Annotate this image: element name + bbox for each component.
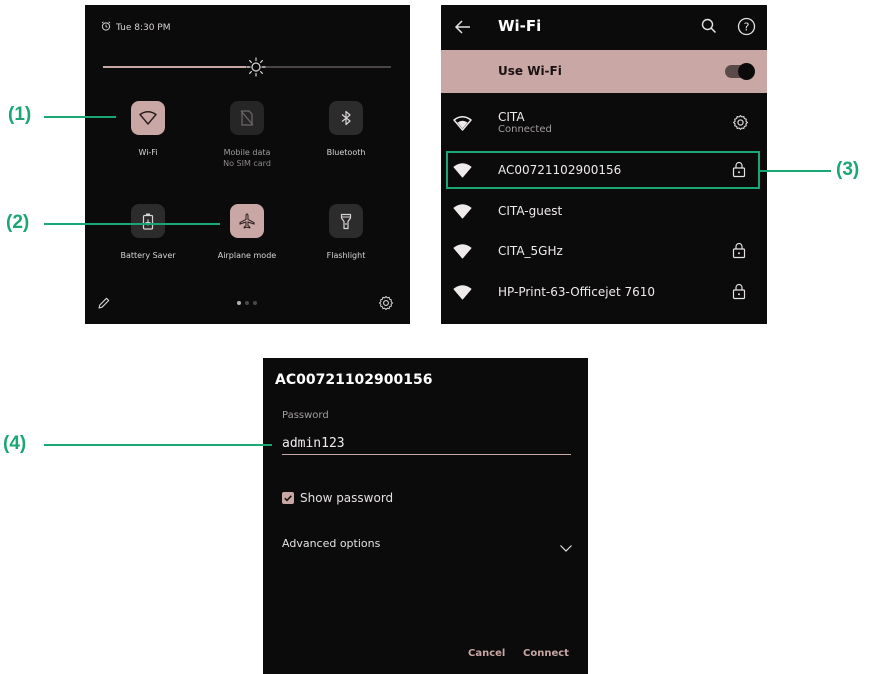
svg-text:?: ? — [744, 21, 750, 34]
tile-label: Airplane mode — [217, 251, 277, 260]
quick-settings-panel: Tue 8:30 PM Wi-Fi Mobile data No SIM car… — [85, 5, 410, 324]
network-name: CITA-guest — [498, 204, 563, 218]
brightness-fill — [103, 66, 246, 68]
wifi-icon[interactable] — [131, 101, 165, 135]
bluetooth-icon[interactable] — [329, 101, 363, 135]
use-wifi-label: Use Wi-Fi — [498, 64, 562, 78]
tile-label: Battery Saver — [120, 251, 176, 260]
tile-sublabel: No SIM card — [223, 159, 271, 168]
alarm-icon — [101, 21, 111, 34]
flashlight-icon[interactable] — [329, 204, 363, 238]
callout-label: (2) — [6, 212, 30, 233]
tile-label: Bluetooth — [326, 148, 366, 157]
wifi-signal-icon — [453, 284, 472, 304]
lock-icon — [732, 242, 746, 263]
edit-icon[interactable] — [97, 295, 111, 314]
tile-wifi[interactable]: Wi-Fi — [98, 101, 198, 158]
page-dot — [237, 301, 241, 305]
network-item-cita[interactable]: CITA Connected — [441, 102, 767, 142]
network-status: Connected — [498, 124, 552, 135]
network-item-hp-print[interactable]: HP-Print-63-Officejet 7610 — [441, 272, 767, 312]
tile-mobile-data[interactable]: Mobile data No SIM card — [197, 101, 297, 169]
use-wifi-toggle[interactable] — [725, 63, 755, 80]
advanced-options-label[interactable]: Advanced options — [282, 537, 380, 550]
network-name: HP-Print-63-Officejet 7610 — [498, 285, 655, 299]
network-name: CITA — [498, 110, 525, 124]
status-time: Tue 8:30 PM — [101, 21, 171, 34]
mobile-data-icon[interactable] — [230, 101, 264, 135]
battery-icon[interactable] — [131, 204, 165, 238]
search-icon[interactable] — [700, 17, 718, 39]
airplane-icon[interactable] — [230, 204, 264, 238]
cancel-button[interactable]: Cancel — [468, 648, 505, 659]
tile-battery-saver[interactable]: Battery Saver — [98, 204, 198, 261]
show-password-label: Show password — [300, 491, 394, 505]
brightness-icon[interactable] — [245, 56, 267, 78]
lock-icon — [732, 283, 746, 304]
tile-bluetooth[interactable]: Bluetooth — [296, 101, 396, 158]
chevron-down-icon[interactable] — [559, 538, 573, 557]
network-settings-icon[interactable] — [732, 114, 749, 135]
network-item-cita-5ghz[interactable]: CITA_5GHz — [441, 231, 767, 271]
page-dot — [245, 301, 249, 305]
callout-label: (4) — [3, 433, 27, 454]
page-title: Wi-Fi — [498, 17, 542, 35]
wifi-password-dialog: AC00721102900156 Password Show password … — [263, 358, 588, 674]
callout-line — [760, 170, 831, 172]
highlight-box — [446, 151, 760, 189]
show-password-checkbox[interactable]: Show password — [282, 491, 393, 505]
password-field[interactable] — [282, 432, 571, 455]
dialog-title: AC00721102900156 — [275, 372, 433, 388]
page-indicator — [237, 301, 257, 305]
password-label: Password — [282, 410, 329, 421]
tile-label: Mobile data — [223, 148, 271, 157]
network-name: CITA_5GHz — [498, 244, 563, 258]
page-dot — [253, 301, 257, 305]
callout-line — [44, 444, 272, 446]
clock-text: Tue 8:30 PM — [116, 22, 171, 33]
callout-line — [44, 223, 220, 225]
tile-airplane-mode[interactable]: Airplane mode — [197, 204, 297, 261]
network-item-cita-guest[interactable]: CITA-guest — [441, 191, 767, 231]
back-arrow-icon[interactable] — [453, 17, 473, 41]
wifi-signal-icon — [453, 115, 472, 135]
wifi-signal-icon — [453, 203, 472, 223]
callout-line — [44, 116, 116, 118]
checkbox-checked-icon[interactable] — [282, 492, 294, 504]
settings-gear-icon[interactable] — [378, 295, 394, 315]
wifi-signal-icon — [453, 243, 472, 263]
tile-flashlight[interactable]: Flashlight — [296, 204, 396, 261]
callout-label: (3) — [836, 159, 860, 180]
callout-label: (1) — [8, 104, 32, 125]
use-wifi-row[interactable]: Use Wi-Fi — [441, 50, 767, 93]
help-icon[interactable]: ? — [737, 17, 756, 40]
wifi-header: Wi-Fi ? — [441, 5, 767, 49]
connect-button[interactable]: Connect — [523, 648, 569, 659]
tile-label: Wi-Fi — [138, 148, 158, 157]
tile-label: Flashlight — [326, 251, 366, 260]
toggle-knob — [738, 63, 755, 80]
